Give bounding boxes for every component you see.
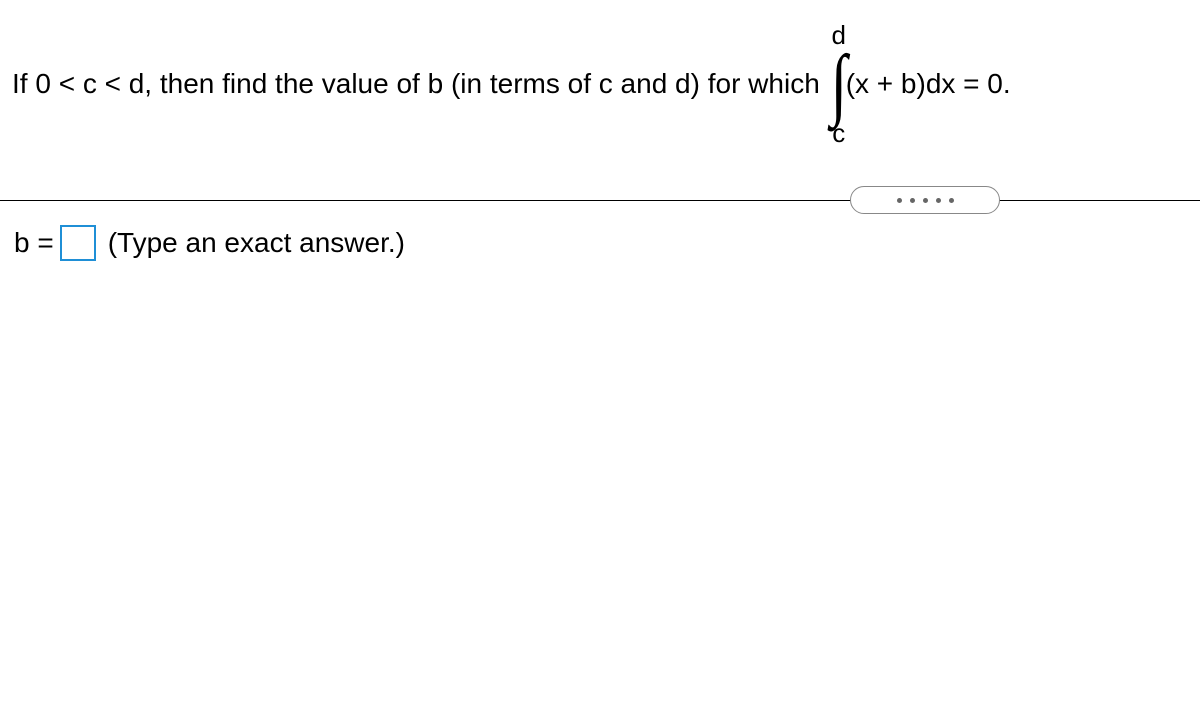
dot-icon [936,198,941,203]
answer-row: b = (Type an exact answer.) [14,225,405,261]
question-container: If 0 < c < d, then find the value of b (… [0,0,1200,720]
horizontal-divider [0,200,1200,201]
problem-statement: If 0 < c < d, then find the value of b (… [12,20,1188,148]
integral-sign: d ∫ c [828,20,850,148]
divider-row [0,186,1200,214]
dot-icon [910,198,915,203]
answer-input[interactable] [60,225,96,261]
answer-hint: (Type an exact answer.) [108,227,405,259]
integral-expression: d ∫ c (x + b)dx = 0. [828,20,1011,148]
answer-label: b = [14,227,54,259]
integrand-text: (x + b)dx = 0. [846,64,1011,103]
dot-icon [949,198,954,203]
more-options-button[interactable] [850,186,1000,214]
integral-symbol-icon: ∫ [831,50,847,118]
problem-text: If 0 < c < d, then find the value of b (… [12,64,820,103]
dot-icon [897,198,902,203]
dot-icon [923,198,928,203]
